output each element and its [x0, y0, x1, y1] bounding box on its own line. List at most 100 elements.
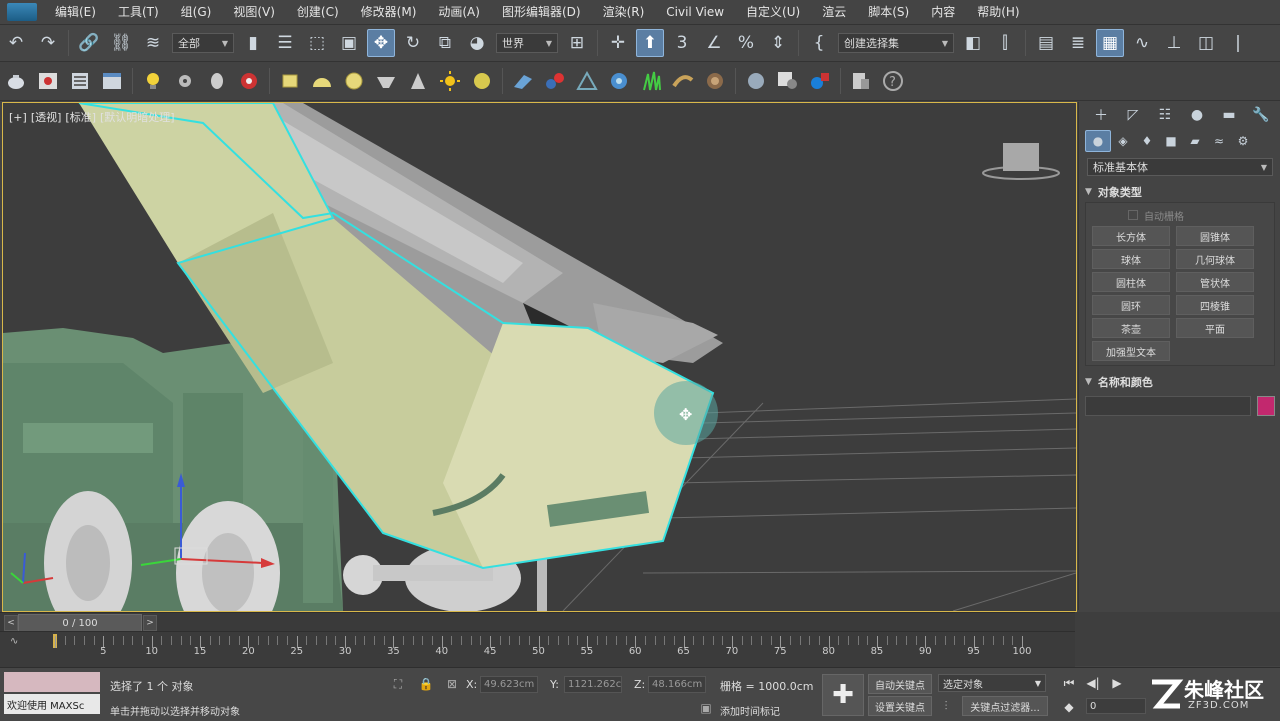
object-type-button-3[interactable]: 几何球体 [1176, 249, 1254, 269]
maxscript-mini-listener[interactable]: 欢迎使用 MAXSc [4, 694, 100, 714]
helpers-icon[interactable]: ▰ [1183, 131, 1207, 151]
light-icon[interactable] [139, 67, 167, 95]
rect-selection-icon[interactable]: ⬚ [303, 29, 331, 57]
time-slider[interactable]: < 0 / 100 > [0, 612, 1075, 632]
select-and-rotate-icon[interactable]: ↻ [399, 29, 427, 57]
lock-icon[interactable]: 🔒 [418, 676, 434, 692]
curve-editor-icon[interactable]: ∿ [1128, 29, 1156, 57]
head-icon[interactable] [203, 67, 231, 95]
prev-frame-button[interactable]: < [4, 615, 18, 631]
go-to-start-icon[interactable]: ⏮ [1060, 674, 1078, 692]
name-color-rollout-header[interactable]: ▼ 名称和颜色 [1085, 372, 1275, 392]
menu-item-1[interactable]: 工具(T) [107, 0, 170, 24]
set-key-button[interactable]: 设置关键点 [868, 696, 932, 716]
keyboard-shortcut-icon[interactable]: ⬆ [636, 29, 664, 57]
object-type-button-1[interactable]: 圆锥体 [1176, 226, 1254, 246]
reference-coord-dropdown[interactable]: 世界 ▼ [496, 33, 558, 53]
render-setup-icon[interactable]: | [1224, 29, 1252, 57]
menu-item-6[interactable]: 动画(A) [427, 0, 491, 24]
object-type-button-0[interactable]: 长方体 [1092, 226, 1170, 246]
object-type-button-8[interactable]: 茶壶 [1092, 318, 1170, 338]
geometry-category-dropdown[interactable]: 标准基本体 ▼ [1087, 158, 1273, 176]
display-tab-icon[interactable]: ▬ [1213, 104, 1245, 126]
flower-icon[interactable] [605, 67, 633, 95]
object-type-button-5[interactable]: 管状体 [1176, 272, 1254, 292]
cone-icon[interactable] [404, 67, 432, 95]
ribbon-toggle-icon[interactable]: ▦ [1096, 29, 1124, 57]
gear-people-icon[interactable] [171, 67, 199, 95]
select-and-scale-icon[interactable]: ⧉ [431, 29, 459, 57]
table-icon[interactable] [98, 67, 126, 95]
app-logo[interactable] [0, 0, 44, 24]
shapes-icon[interactable]: ◈ [1111, 131, 1135, 151]
key-mode-toggle-icon[interactable]: ◆ [1060, 698, 1078, 716]
material-browser-icon[interactable] [774, 67, 802, 95]
select-and-move-icon[interactable]: ✥ [367, 29, 395, 57]
disc-icon[interactable] [468, 67, 496, 95]
auto-key-button[interactable]: 自动关键点 [868, 674, 932, 694]
link-icon[interactable]: 🔗 [75, 29, 103, 57]
molecule-icon[interactable] [541, 67, 569, 95]
menu-item-14[interactable]: 帮助(H) [966, 0, 1030, 24]
teapot-icon[interactable] [2, 67, 30, 95]
hemisphere-icon[interactable] [308, 67, 336, 95]
time-tag-icon[interactable]: ▣ [698, 700, 714, 716]
sphere-icon[interactable] [340, 67, 368, 95]
menu-item-10[interactable]: 自定义(U) [735, 0, 811, 24]
cameras-icon[interactable]: ■ [1159, 131, 1183, 151]
systems-icon[interactable]: ⚙ [1231, 131, 1255, 151]
list-icon[interactable] [66, 67, 94, 95]
menu-item-13[interactable]: 内容 [920, 0, 966, 24]
curve-editor-mini-icon[interactable]: ∿ [10, 636, 18, 647]
edit-named-selection-icon[interactable]: { [805, 29, 833, 57]
isolate-icon[interactable]: ⛶ [390, 676, 406, 692]
lights-icon[interactable]: ♦ [1135, 131, 1159, 151]
object-type-button-7[interactable]: 四棱锥 [1176, 295, 1254, 315]
viewport-label-shading[interactable]: [默认明暗处理] [100, 111, 175, 124]
grass-icon[interactable] [637, 67, 665, 95]
next-frame-button[interactable]: > [143, 615, 157, 631]
menu-item-2[interactable]: 组(G) [170, 0, 223, 24]
object-type-button-4[interactable]: 圆柱体 [1092, 272, 1170, 292]
spinner-snap-icon[interactable]: ⇕ [764, 29, 792, 57]
undo-icon[interactable]: ↶ [2, 29, 30, 57]
time-slider-thumb[interactable]: 0 / 100 [18, 614, 142, 632]
current-frame-field[interactable]: 0 [1086, 698, 1146, 714]
selection-filter-dropdown[interactable]: 全部 ▼ [172, 33, 234, 53]
box-icon[interactable] [276, 67, 304, 95]
key-mode-icon[interactable]: ⫶ [938, 698, 954, 714]
render-frame-icon[interactable] [34, 67, 62, 95]
hierarchy-tab-icon[interactable]: ☷ [1149, 104, 1181, 126]
unlink-icon[interactable]: ⛓ [107, 29, 135, 57]
create-tab-icon[interactable]: ＋ [1085, 104, 1117, 126]
pyramid-icon[interactable] [573, 67, 601, 95]
place-icon[interactable]: ◕ [463, 29, 491, 57]
z-coordinate-field[interactable]: 48.166cm [648, 676, 706, 693]
mirror-icon[interactable]: ◧ [959, 29, 987, 57]
object-type-button-10[interactable]: 加强型文本 [1092, 341, 1170, 361]
select-by-name-icon[interactable]: ☰ [271, 29, 299, 57]
object-name-field[interactable] [1085, 396, 1251, 416]
select-object-icon[interactable]: ▮ [239, 29, 267, 57]
named-selection-dropdown[interactable]: 创建选择集 ▼ [838, 33, 954, 53]
object-type-button-6[interactable]: 圆环 [1092, 295, 1170, 315]
hair-icon[interactable] [669, 67, 697, 95]
menu-item-5[interactable]: 修改器(M) [350, 0, 428, 24]
menu-item-12[interactable]: 脚本(S) [857, 0, 920, 24]
help-icon[interactable]: ? [879, 67, 907, 95]
key-filters-button[interactable]: 关键点过滤器... [962, 696, 1048, 716]
viewport-label-view[interactable]: [透视] [31, 111, 62, 124]
window-crossing-icon[interactable]: ▣ [335, 29, 363, 57]
menu-item-8[interactable]: 渲染(R) [592, 0, 656, 24]
bind-spacewarp-icon[interactable]: ≋ [139, 29, 167, 57]
sun-icon[interactable] [436, 67, 464, 95]
object-color-swatch[interactable] [1257, 396, 1275, 416]
prev-key-icon[interactable]: ◀| [1084, 674, 1102, 692]
spacewarps-icon[interactable]: ≈ [1207, 131, 1231, 151]
viewport-label-plus[interactable]: [+] [9, 111, 27, 124]
menu-item-0[interactable]: 编辑(E) [44, 0, 107, 24]
bowl-icon[interactable] [372, 67, 400, 95]
menu-item-11[interactable]: 渲云 [811, 0, 857, 24]
manipulate-icon[interactable]: ✛ [604, 29, 632, 57]
properties-icon[interactable] [847, 67, 875, 95]
